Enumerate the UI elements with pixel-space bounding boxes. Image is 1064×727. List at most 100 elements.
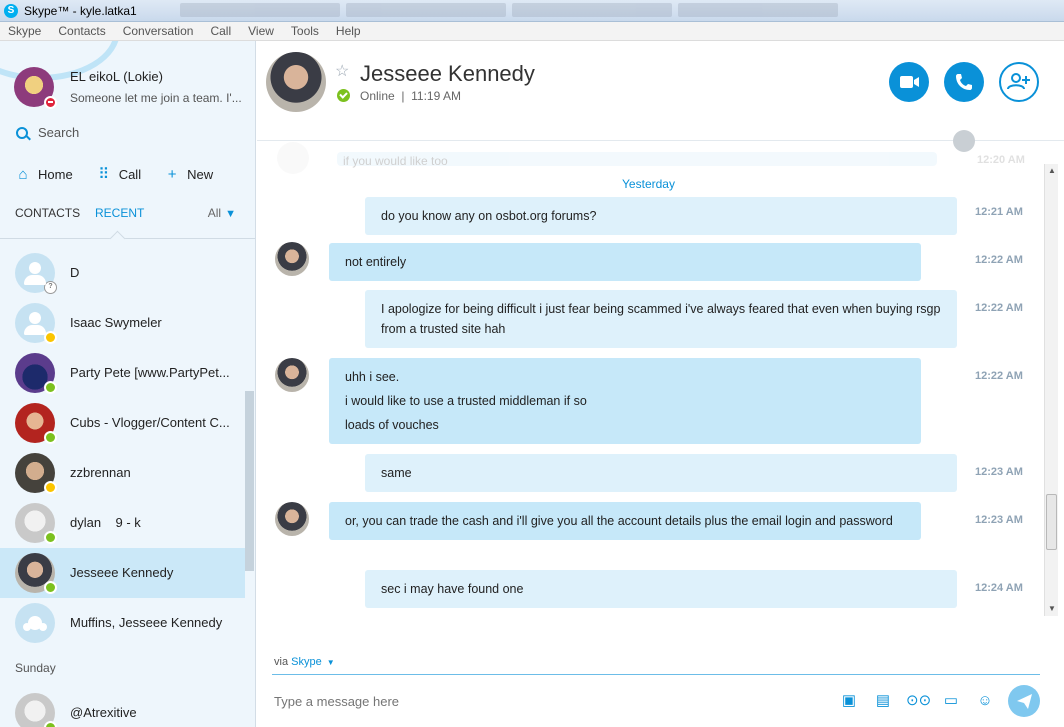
video-message-icon[interactable]: ⊙⊙ [906, 692, 931, 710]
avatar [277, 142, 309, 174]
contact-item[interactable]: zzbrennan [0, 448, 245, 498]
contact-item[interactable]: Party Pete [www.PartyPet... [0, 348, 245, 398]
avatar [15, 503, 57, 544]
message-outgoing[interactable]: do you know any on osbot.org forums? [365, 197, 957, 235]
call-button[interactable]: ⠿ Call [97, 165, 141, 183]
search-box[interactable]: Search [16, 125, 79, 140]
do-not-disturb-icon [44, 96, 57, 109]
group-avatar [15, 603, 55, 643]
send-photo-icon[interactable]: ▣ [840, 692, 858, 710]
message-time: 12:22 AM [975, 254, 1023, 266]
video-camera-icon [900, 76, 919, 88]
message-incoming[interactable]: or, you can trade the cash and i'll give… [329, 502, 921, 540]
home-label: Home [38, 166, 73, 182]
message-outgoing[interactable]: same [365, 454, 957, 492]
avatar[interactable] [275, 242, 309, 276]
contact-title: Jesseee Kennedy [360, 61, 535, 86]
conversation-scrollbar[interactable]: ▲ ▼ [1044, 164, 1058, 616]
send-contacts-icon[interactable]: ▭ [942, 692, 960, 710]
contact-name: @Atrexitive [70, 705, 137, 720]
scroll-down-arrow-icon[interactable]: ▼ [1048, 604, 1056, 613]
status-online-icon [44, 431, 57, 444]
status-online-icon [44, 721, 57, 727]
message-time: 12:22 AM [975, 370, 1023, 382]
avatar[interactable] [14, 67, 57, 109]
message-incoming[interactable]: uhh i see. i would like to use a trusted… [329, 358, 921, 444]
message-outgoing[interactable]: I apologize for being difficult i just f… [365, 290, 957, 348]
message-text: sec i may have found one [381, 582, 524, 596]
phone-icon [956, 74, 972, 90]
contact-item[interactable]: ? D [0, 248, 245, 298]
status-online-icon [337, 89, 350, 102]
avatar[interactable] [275, 358, 309, 392]
menu-call[interactable]: Call [210, 24, 231, 38]
message-time: 12:23 AM [975, 466, 1023, 478]
send-via-selector[interactable]: via Skype ▼ [274, 656, 335, 668]
avatar[interactable] [266, 52, 326, 112]
day-separator: Yesterday [622, 177, 675, 191]
contact-item[interactable]: Isaac Swymeler [0, 298, 245, 348]
add-people-button[interactable] [999, 62, 1039, 102]
message-text: I apologize for being difficult i just f… [381, 302, 941, 336]
menu-bar: Skype Contacts Conversation Call View To… [0, 22, 1064, 41]
skype-logo-icon: S [4, 3, 18, 18]
contact-name: Party Pete [www.PartyPet... [70, 365, 230, 380]
contact-item-selected[interactable]: Jesseee Kennedy [0, 548, 245, 598]
profile-mood[interactable]: Someone let me join a team. I'... [70, 91, 242, 105]
new-label: New [187, 166, 214, 182]
avatar[interactable] [275, 502, 309, 536]
contact-item[interactable]: Muffins, Jesseee Kennedy [0, 598, 245, 648]
message-text: i would like to use a trusted middleman … [345, 394, 587, 408]
send-button[interactable] [1008, 685, 1040, 717]
message-text: uhh i see. [345, 370, 400, 384]
send-arrow-icon [1017, 694, 1032, 709]
sidebar-scrollbar[interactable] [245, 391, 254, 571]
avatar [15, 303, 57, 344]
filter-dropdown[interactable]: All ▼ [208, 206, 236, 220]
message-time: 12:23 AM [975, 514, 1023, 526]
contact-item[interactable]: Cubs - Vlogger/Content C... [0, 398, 245, 448]
tab-divider [0, 238, 255, 239]
contact-item[interactable]: @Atrexitive [0, 688, 245, 727]
message-input[interactable] [274, 694, 814, 709]
emoticon-icon[interactable]: ☺ [976, 692, 994, 710]
status-away-icon [44, 481, 57, 494]
home-button[interactable]: ⌂ Home [16, 166, 73, 183]
menu-view[interactable]: View [248, 24, 274, 38]
message-time: 12:22 AM [975, 302, 1023, 314]
faded-message: if you would like too 12:20 AM [277, 142, 1027, 174]
avatar: ? [15, 253, 57, 294]
tab-contacts[interactable]: CONTACTS [15, 206, 80, 220]
video-call-button[interactable] [889, 62, 929, 102]
contact-name: dylan 9 - k [70, 515, 141, 530]
search-label[interactable]: Search [38, 125, 79, 140]
sidebar: EL eikoL (Lokie) Someone let me join a t… [0, 41, 256, 727]
menu-conversation[interactable]: Conversation [123, 24, 194, 38]
star-favorite-icon[interactable]: ☆ [335, 61, 349, 81]
window-title: Skype™ - kyle.latka1 [24, 3, 137, 18]
menu-help[interactable]: Help [336, 24, 361, 38]
contact-item[interactable]: dylan 9 - k [0, 498, 245, 548]
profile-card[interactable]: EL eikoL (Lokie) Someone let me join a t… [14, 67, 242, 109]
sidebar-nav: ⌂ Home ⠿ Call + New [16, 165, 237, 184]
contact-name: D [70, 265, 80, 280]
menu-skype[interactable]: Skype [8, 24, 41, 38]
tab-recent[interactable]: RECENT [95, 206, 144, 220]
scrollbar-thumb[interactable] [1046, 494, 1057, 550]
message-outgoing[interactable]: sec i may have found one [365, 570, 957, 608]
avatar [15, 553, 57, 594]
plus-icon: + [167, 165, 177, 183]
message-text: if you would like too [343, 154, 448, 168]
menu-contacts[interactable]: Contacts [58, 24, 105, 38]
message-incoming[interactable]: not entirely [329, 243, 921, 281]
menu-tools[interactable]: Tools [291, 24, 319, 38]
scroll-up-arrow-icon[interactable]: ▲ [1048, 166, 1056, 175]
status-online-icon [44, 381, 57, 394]
chevron-down-icon: ▼ [225, 208, 236, 220]
new-button[interactable]: + New [165, 166, 213, 183]
filter-label: All [207, 206, 222, 220]
avatar [15, 353, 57, 394]
add-person-icon [1007, 73, 1030, 90]
send-file-icon[interactable]: ▤ [874, 692, 892, 710]
voice-call-button[interactable] [944, 62, 984, 102]
